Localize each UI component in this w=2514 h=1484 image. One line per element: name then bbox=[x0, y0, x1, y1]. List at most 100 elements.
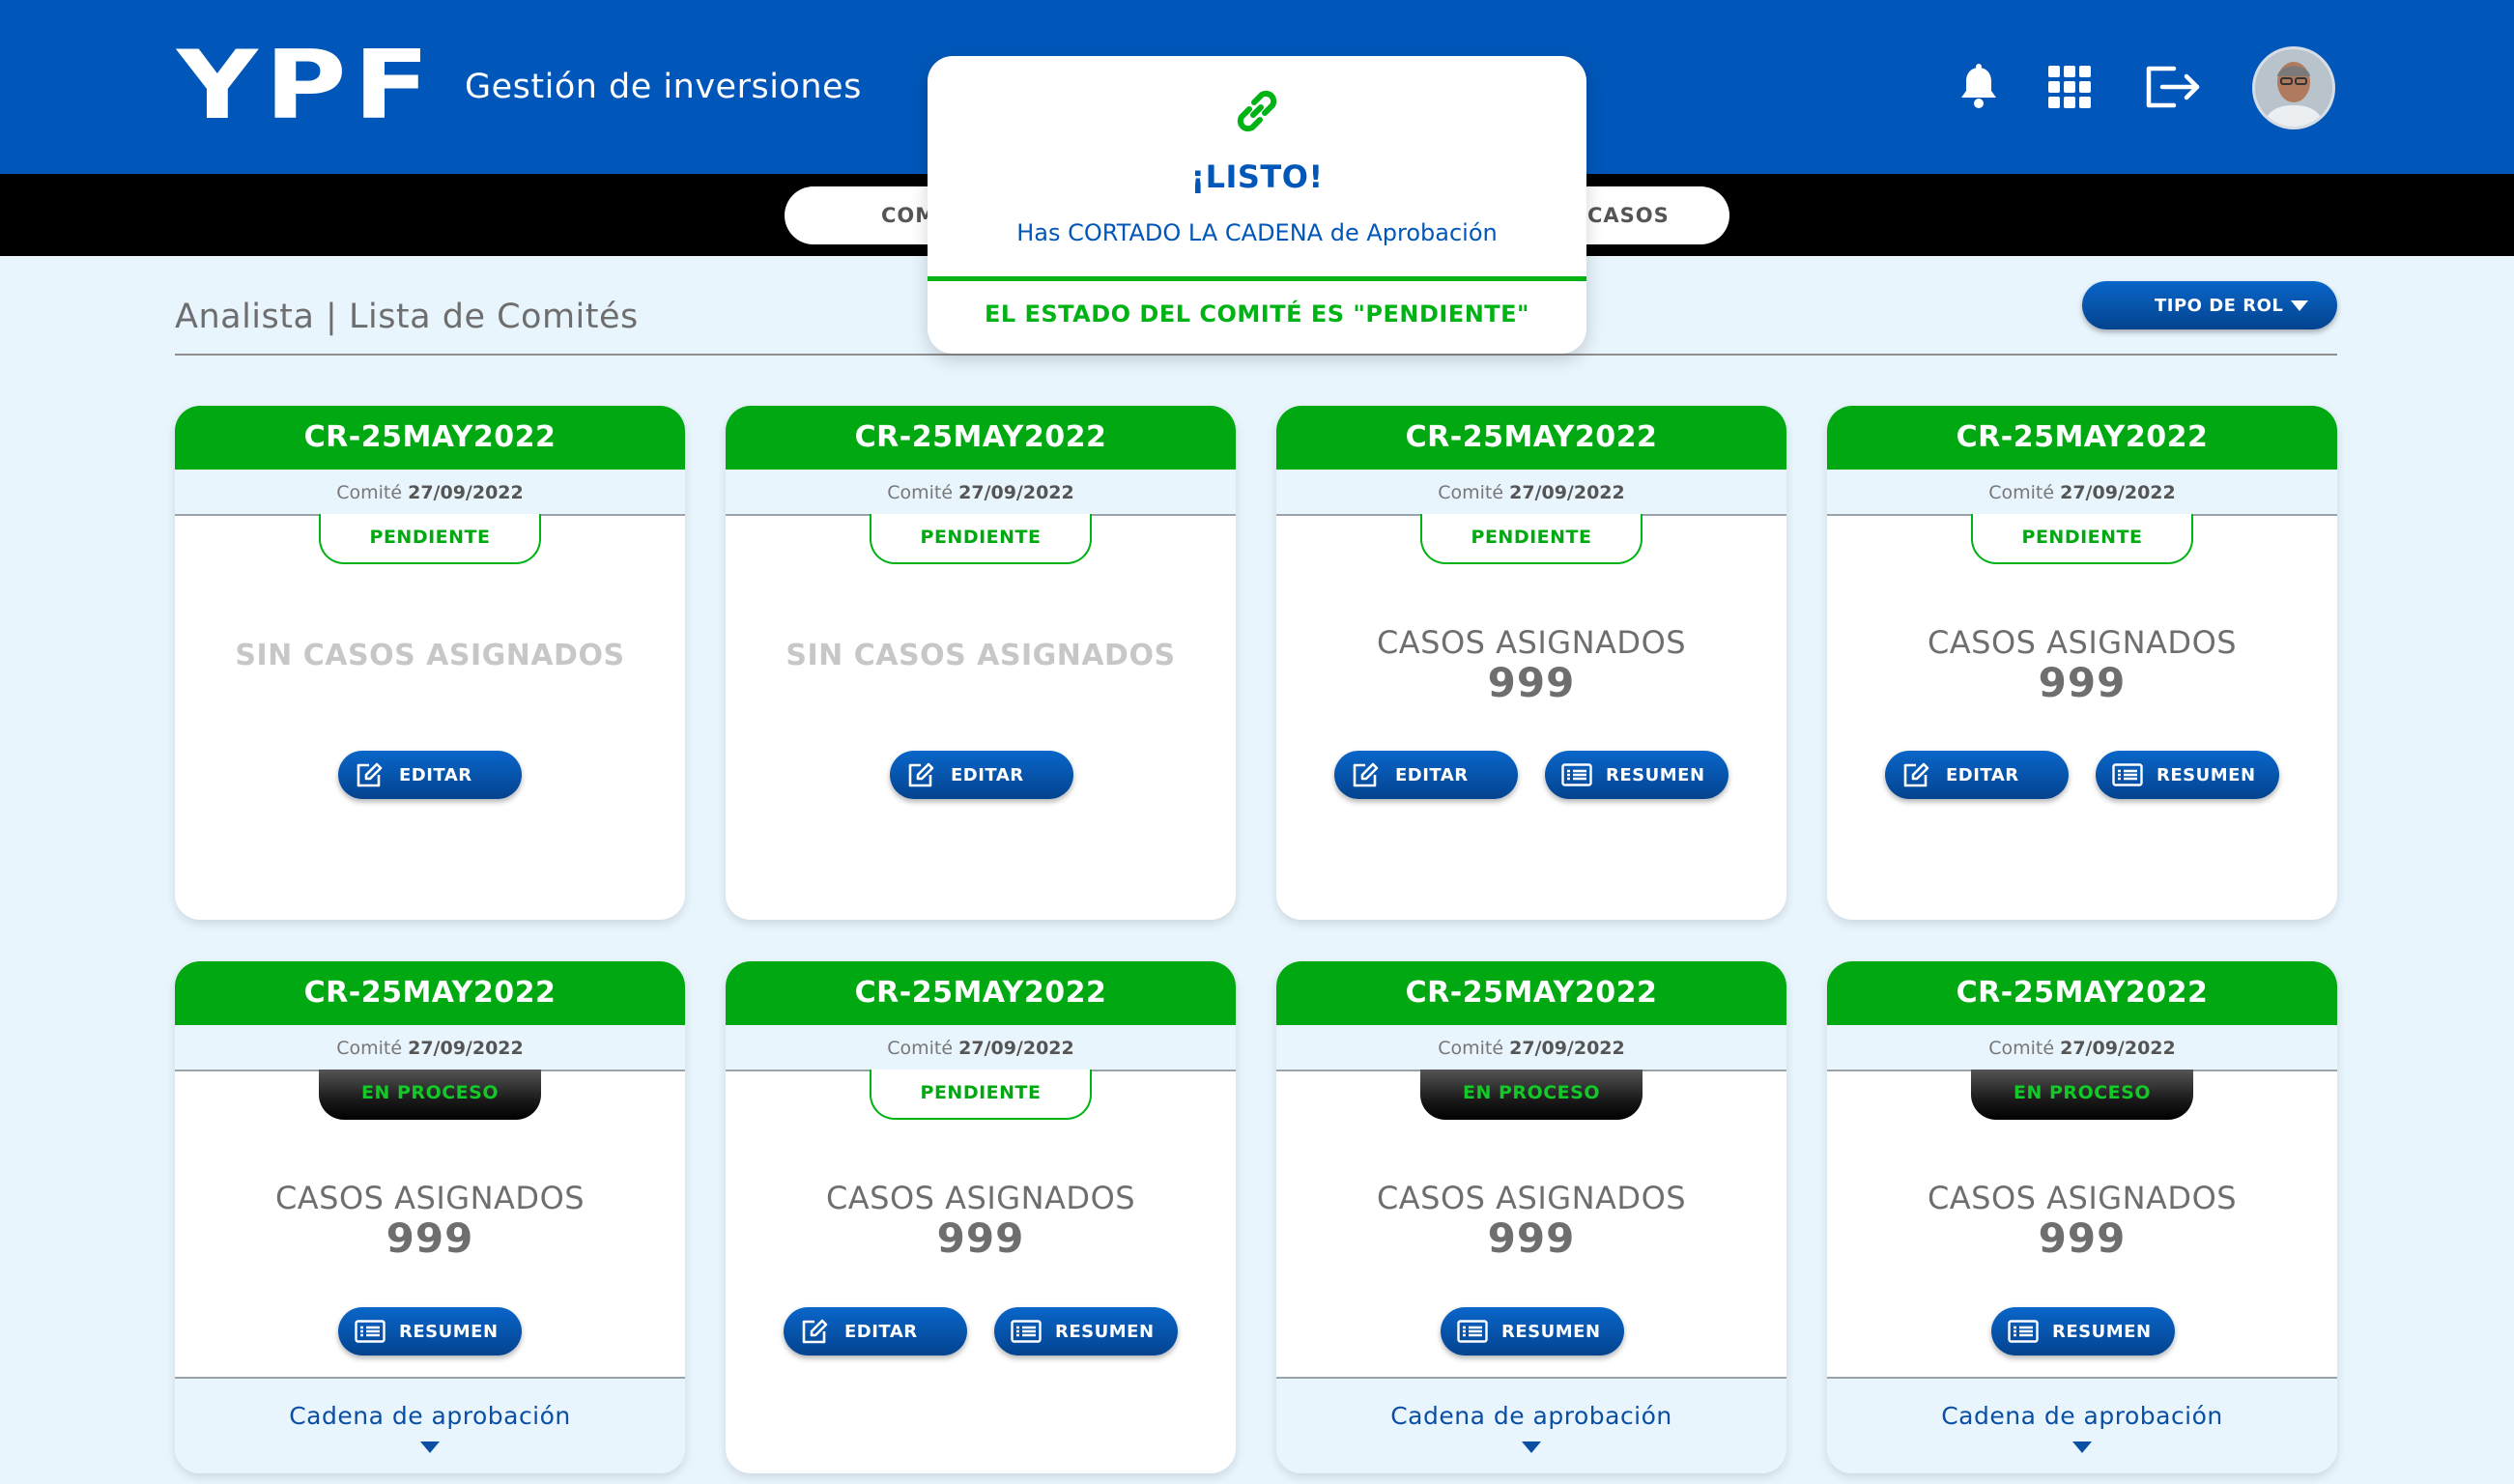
assigned-cases-count: 999 bbox=[2038, 1214, 2127, 1262]
approval-chain-label: Cadena de aprobación bbox=[1390, 1402, 1672, 1430]
edit-button[interactable]: EDITAR bbox=[1334, 751, 1518, 799]
assigned-cases-count: 999 bbox=[2038, 659, 2127, 706]
card-date-row: Comité 27/09/2022 bbox=[1827, 470, 2337, 516]
status-badge: EN PROCESO bbox=[319, 1070, 541, 1120]
committee-card: CR-25MAY2022 Comité 27/09/2022 EN PROCES… bbox=[1827, 961, 2337, 1473]
assigned-cases-label: CASOS ASIGNADOS bbox=[1376, 1180, 1687, 1216]
divider bbox=[175, 354, 2337, 356]
card-date: 27/09/2022 bbox=[2060, 482, 2176, 503]
assigned-cases-label: CASOS ASIGNADOS bbox=[825, 1180, 1136, 1216]
assigned-cases-label: CASOS ASIGNADOS bbox=[1376, 624, 1687, 661]
list-icon bbox=[355, 1319, 386, 1344]
committee-card: CR-25MAY2022 Comité 27/09/2022 PENDIENTE… bbox=[1276, 406, 1786, 920]
card-date-row: Comité 27/09/2022 bbox=[726, 1025, 1236, 1071]
committee-card: CR-25MAY2022 Comité 27/09/2022 PENDIENTE… bbox=[175, 406, 685, 920]
tab-casos[interactable]: CASOS bbox=[1587, 186, 1670, 244]
edit-icon bbox=[355, 762, 386, 787]
apps-grid-icon[interactable] bbox=[2041, 58, 2099, 116]
status-badge: PENDIENTE bbox=[870, 1070, 1092, 1120]
user-avatar[interactable] bbox=[2252, 46, 2335, 129]
card-date-row: Comité 27/09/2022 bbox=[175, 1025, 685, 1071]
no-cases-text: SIN CASOS ASIGNADOS bbox=[786, 639, 1176, 672]
card-code: CR-25MAY2022 bbox=[1276, 961, 1786, 1025]
committee-card: CR-25MAY2022 Comité 27/09/2022 PENDIENTE… bbox=[726, 961, 1236, 1473]
approval-chain-toggle[interactable]: Cadena de aprobación bbox=[1276, 1377, 1786, 1473]
card-date-row: Comité 27/09/2022 bbox=[1276, 470, 1786, 516]
role-type-label: TIPO DE ROL bbox=[2155, 295, 2284, 316]
edit-icon bbox=[800, 1319, 831, 1344]
assigned-cases-count: 999 bbox=[1487, 659, 1576, 706]
card-date: 27/09/2022 bbox=[408, 482, 524, 503]
page-title: Analista | Lista de Comités bbox=[175, 298, 639, 336]
summary-button[interactable]: RESUMEN bbox=[1441, 1307, 1624, 1356]
link-chain-icon bbox=[1228, 82, 1286, 140]
assigned-cases-label: CASOS ASIGNADOS bbox=[1927, 624, 2238, 661]
card-code: CR-25MAY2022 bbox=[1827, 961, 2337, 1025]
toast-divider bbox=[928, 276, 1586, 281]
summary-button[interactable]: RESUMEN bbox=[994, 1307, 1178, 1356]
no-cases-text: SIN CASOS ASIGNADOS bbox=[235, 639, 625, 672]
ypf-logo: YPF bbox=[177, 31, 437, 141]
success-toast: ¡LISTO! Has CORTADO LA CADENA de Aprobac… bbox=[928, 56, 1586, 354]
approval-chain-toggle[interactable]: Cadena de aprobación bbox=[175, 1377, 685, 1473]
app-title: Gestión de inversiones bbox=[465, 68, 862, 106]
assigned-cases-label: CASOS ASIGNADOS bbox=[274, 1180, 586, 1216]
edit-icon bbox=[1901, 762, 1932, 787]
summary-button[interactable]: RESUMEN bbox=[1991, 1307, 2175, 1356]
edit-button[interactable]: EDITAR bbox=[784, 1307, 967, 1356]
edit-icon bbox=[1351, 762, 1382, 787]
edit-icon bbox=[906, 762, 937, 787]
committee-card: CR-25MAY2022 Comité 27/09/2022 EN PROCES… bbox=[175, 961, 685, 1473]
card-date-row: Comité 27/09/2022 bbox=[1276, 1025, 1786, 1071]
bell-icon[interactable] bbox=[1950, 58, 2008, 116]
summary-button[interactable]: RESUMEN bbox=[1545, 751, 1728, 799]
card-date: 27/09/2022 bbox=[1509, 482, 1625, 503]
card-code: CR-25MAY2022 bbox=[726, 961, 1236, 1025]
assigned-cases-count: 999 bbox=[1487, 1214, 1576, 1262]
committee-card: CR-25MAY2022 Comité 27/09/2022 EN PROCES… bbox=[1276, 961, 1786, 1473]
card-date: 27/09/2022 bbox=[958, 482, 1074, 503]
edit-button[interactable]: EDITAR bbox=[338, 751, 522, 799]
toast-title: ¡LISTO! bbox=[1190, 158, 1324, 195]
list-icon bbox=[1011, 1319, 1042, 1344]
caret-down-icon bbox=[2072, 1441, 2092, 1453]
summary-button[interactable]: RESUMEN bbox=[2096, 751, 2279, 799]
card-date: 27/09/2022 bbox=[958, 1038, 1074, 1059]
list-icon bbox=[2112, 762, 2143, 787]
list-icon bbox=[1457, 1319, 1488, 1344]
card-date-row: Comité 27/09/2022 bbox=[1827, 1025, 2337, 1071]
card-date: 27/09/2022 bbox=[1509, 1038, 1625, 1059]
role-type-dropdown[interactable]: TIPO DE ROL bbox=[2082, 281, 2337, 329]
approval-chain-label: Cadena de aprobación bbox=[1941, 1402, 2223, 1430]
card-date-row: Comité 27/09/2022 bbox=[726, 470, 1236, 516]
edit-button[interactable]: EDITAR bbox=[1885, 751, 2069, 799]
status-badge: PENDIENTE bbox=[1971, 514, 2193, 564]
status-badge: EN PROCESO bbox=[1971, 1070, 2193, 1120]
status-badge: PENDIENTE bbox=[319, 514, 541, 564]
caret-down-icon bbox=[420, 1441, 440, 1453]
status-badge: EN PROCESO bbox=[1420, 1070, 1643, 1120]
status-badge: PENDIENTE bbox=[870, 514, 1092, 564]
assigned-cases-count: 999 bbox=[936, 1214, 1025, 1262]
assigned-cases-label: CASOS ASIGNADOS bbox=[1927, 1180, 2238, 1216]
assigned-cases-count: 999 bbox=[386, 1214, 474, 1262]
card-code: CR-25MAY2022 bbox=[1827, 406, 2337, 470]
edit-button[interactable]: EDITAR bbox=[890, 751, 1073, 799]
logout-icon[interactable] bbox=[2143, 58, 2201, 116]
status-badge: PENDIENTE bbox=[1420, 514, 1643, 564]
card-date-row: Comité 27/09/2022 bbox=[175, 470, 685, 516]
committee-card: CR-25MAY2022 Comité 27/09/2022 PENDIENTE… bbox=[726, 406, 1236, 920]
toast-message: Has CORTADO LA CADENA de Aprobación bbox=[1016, 219, 1498, 246]
list-icon bbox=[2008, 1319, 2039, 1344]
approval-chain-toggle[interactable]: Cadena de aprobación bbox=[1827, 1377, 2337, 1473]
card-date: 27/09/2022 bbox=[2060, 1038, 2176, 1059]
list-icon bbox=[1561, 762, 1592, 787]
caret-down-icon bbox=[1522, 1441, 1541, 1453]
card-code: CR-25MAY2022 bbox=[726, 406, 1236, 470]
summary-button[interactable]: RESUMEN bbox=[338, 1307, 522, 1356]
card-date: 27/09/2022 bbox=[408, 1038, 524, 1059]
caret-down-icon bbox=[2291, 300, 2308, 311]
card-code: CR-25MAY2022 bbox=[175, 961, 685, 1025]
approval-chain-label: Cadena de aprobación bbox=[289, 1402, 571, 1430]
committee-card: CR-25MAY2022 Comité 27/09/2022 PENDIENTE… bbox=[1827, 406, 2337, 920]
